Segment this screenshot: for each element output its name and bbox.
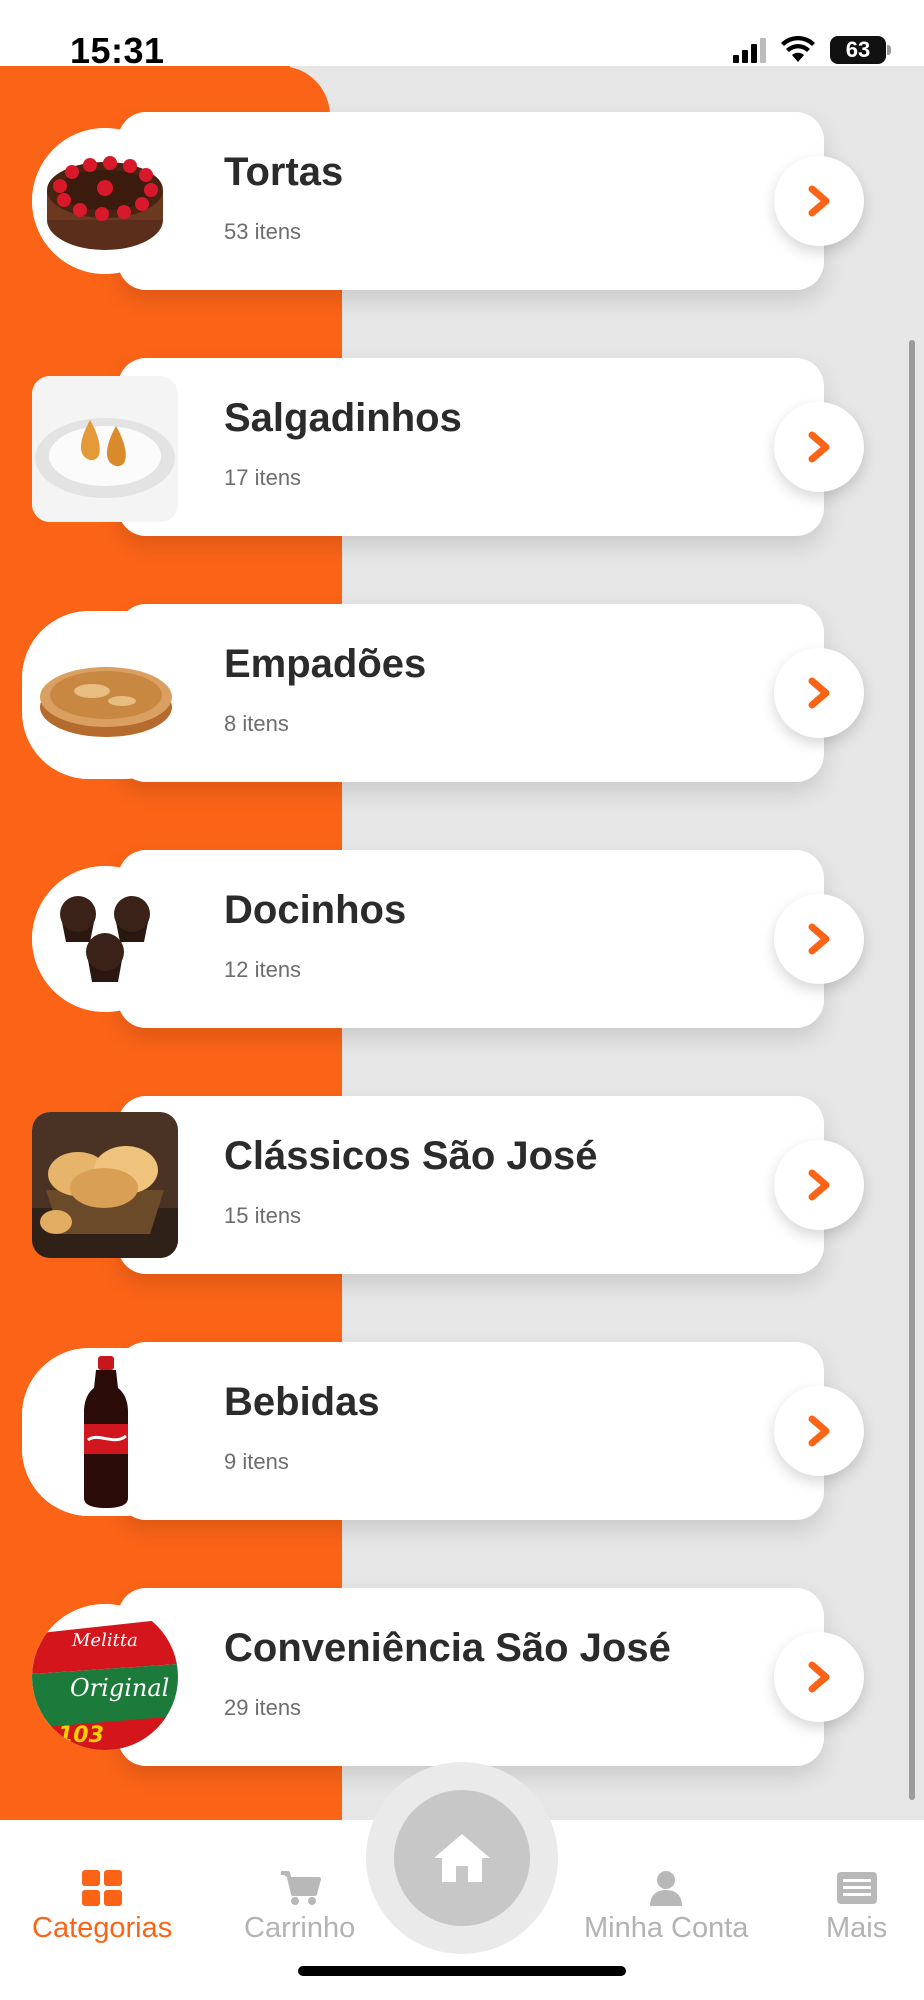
chevron-right-icon <box>808 1169 830 1201</box>
nav-label: Carrinho <box>244 1912 356 1944</box>
nav-label: Categorias <box>32 1912 173 1944</box>
home-icon <box>434 1834 490 1882</box>
nav-label: Mais <box>826 1912 888 1944</box>
wifi-icon <box>781 36 815 62</box>
status-bar: 15:31 63 <box>0 0 924 71</box>
category-count: 12 itens <box>224 957 302 982</box>
open-category-button[interactable] <box>774 1386 864 1476</box>
status-time: 15:31 <box>70 30 165 71</box>
home-button[interactable] <box>394 1790 530 1926</box>
cellular-signal-icon <box>733 37 766 63</box>
battery-level: 63 <box>845 37 871 62</box>
category-card-docinhos[interactable]: Docinhos 12 itens <box>118 850 864 1028</box>
category-name: Salgadinhos <box>224 396 462 440</box>
category-card-classicos-sao-jose[interactable]: Clássicos São José 15 itens <box>118 1096 864 1274</box>
nav-label: Minha Conta <box>584 1912 749 1944</box>
category-name: Bebidas <box>224 1380 380 1424</box>
nav-mais[interactable]: Mais <box>826 1870 887 1945</box>
open-category-button[interactable] <box>774 648 864 738</box>
open-category-button[interactable] <box>774 894 864 984</box>
nav-categorias[interactable]: Categorias <box>32 1870 172 1945</box>
category-card-tortas[interactable]: Tortas 53 itens <box>118 112 864 290</box>
category-card-salgadinhos[interactable]: Salgadinhos 17 itens <box>118 358 864 536</box>
category-name: Tortas <box>224 150 344 194</box>
open-category-button[interactable] <box>774 1140 864 1230</box>
chevron-right-icon <box>808 185 830 217</box>
product-text: Original <box>70 1674 169 1702</box>
open-category-button[interactable] <box>774 156 864 246</box>
chevron-right-icon <box>808 431 830 463</box>
home-indicator <box>298 1966 626 1976</box>
category-count: 17 itens <box>224 465 302 490</box>
open-category-button[interactable] <box>774 402 864 492</box>
nav-carrinho[interactable]: Carrinho <box>244 1870 355 1945</box>
list-card-icon <box>836 1872 877 1904</box>
category-image-tortas <box>32 128 178 274</box>
cart-icon <box>280 1871 321 1905</box>
category-card-empadoes[interactable]: Empadões 8 itens <box>118 604 864 782</box>
open-category-button[interactable] <box>774 1632 864 1722</box>
grid-icon <box>82 1870 123 1906</box>
scrollbar[interactable] <box>909 340 915 1800</box>
category-name: Empadões <box>224 642 427 686</box>
category-count: 53 itens <box>224 219 302 244</box>
chevron-right-icon <box>808 923 830 955</box>
category-count: 29 itens <box>224 1695 302 1720</box>
category-count: 15 itens <box>224 1203 302 1228</box>
user-icon <box>650 1871 683 1906</box>
chevron-right-icon <box>808 677 830 709</box>
category-card-conveniencia-sao-jose[interactable]: Conveniência São José 29 itens <box>118 1588 864 1766</box>
category-image-bebidas <box>22 1348 190 1516</box>
category-name: Docinhos <box>224 888 407 932</box>
nav-minha-conta[interactable]: Minha Conta <box>584 1870 748 1945</box>
chevron-right-icon <box>808 1661 830 1693</box>
category-count: 9 itens <box>224 1449 289 1474</box>
category-name: Clássicos São José <box>224 1134 598 1178</box>
category-image-empadoes <box>22 611 190 779</box>
status-icons: 63 <box>733 36 891 64</box>
battery-icon: 63 <box>830 36 891 64</box>
brand-text: Melitta <box>71 1630 138 1651</box>
category-image-docinhos <box>32 866 178 1012</box>
category-image-salgadinhos <box>32 376 178 522</box>
category-name: Conveniência São José <box>224 1626 671 1670</box>
chevron-right-icon <box>808 1415 830 1447</box>
category-image-conveniencia: Melitta Original 103 <box>32 1604 178 1750</box>
category-card-bebidas[interactable]: Bebidas 9 itens <box>118 1342 864 1520</box>
category-image-classicos <box>32 1112 178 1258</box>
category-list-area[interactable]: Tortas 53 itens Salgadinhos 17 itens Emp… <box>0 66 924 1820</box>
category-count: 8 itens <box>224 711 289 736</box>
orange-panel-top-curve <box>0 66 330 116</box>
